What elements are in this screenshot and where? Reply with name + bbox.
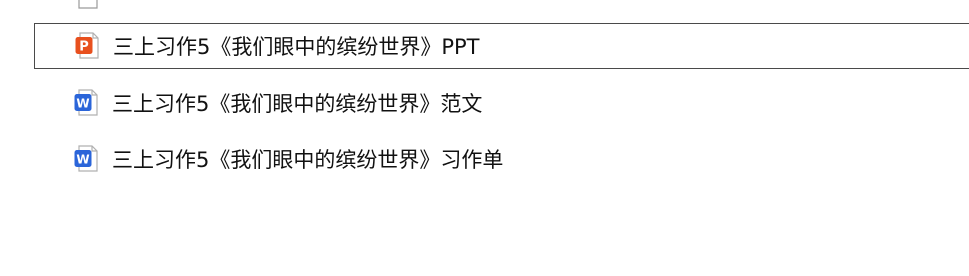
word-file-icon: W (74, 145, 98, 172)
ppt-icon-letter: P (79, 40, 89, 55)
file-row-word-xizuodan[interactable]: W 三上习作5《我们眼中的缤纷世界》习作单 (34, 136, 969, 182)
file-list: P 三上习作5《我们眼中的缤纷世界》PPT W 三上习作5《我们眼中的缤纷世界》… (0, 0, 969, 276)
file-name: 三上习作5《我们眼中的缤纷世界》习作单 (112, 148, 504, 172)
ppt-file-icon: P (75, 32, 99, 59)
word-icon-letter: W (76, 153, 89, 167)
file-row-ppt[interactable]: P 三上习作5《我们眼中的缤纷世界》PPT (34, 23, 969, 69)
file-row-word-fanwen[interactable]: W 三上习作5《我们眼中的缤纷世界》范文 (34, 80, 969, 126)
word-file-icon: W (74, 89, 98, 116)
file-name: 三上习作5《我们眼中的缤纷世界》PPT (113, 35, 480, 59)
word-icon-letter: W (76, 97, 89, 111)
file-name: 三上习作5《我们眼中的缤纷世界》范文 (112, 92, 483, 116)
file-row-partial[interactable] (34, 0, 969, 18)
document-icon (78, 0, 98, 9)
